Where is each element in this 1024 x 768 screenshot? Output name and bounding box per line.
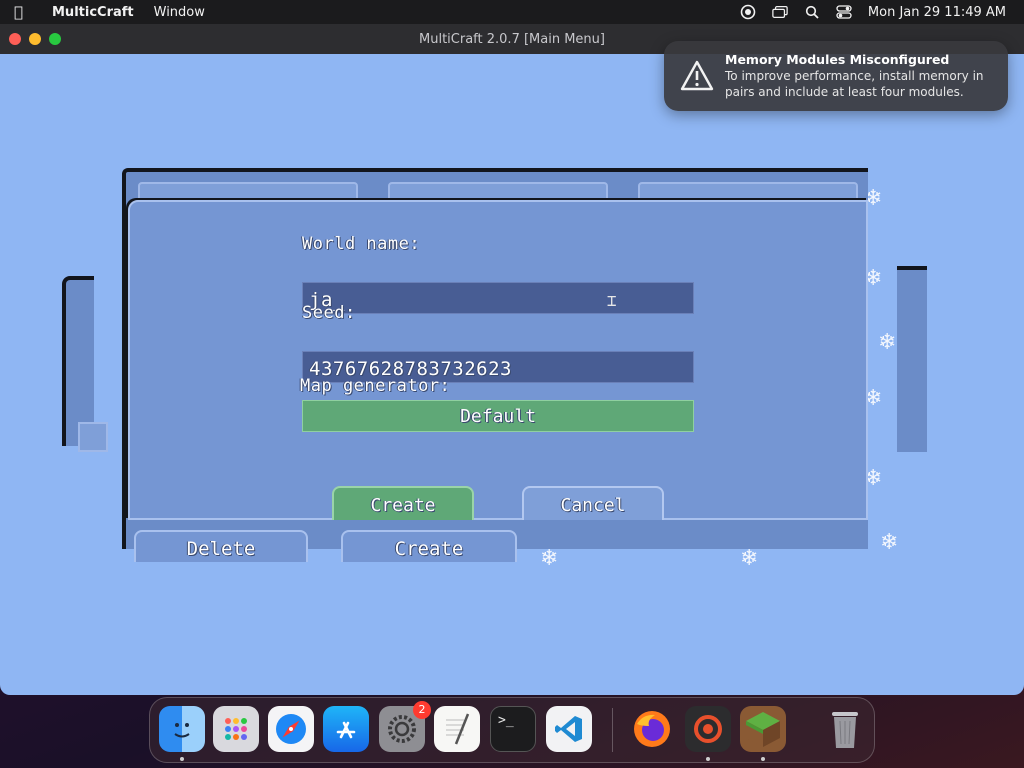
traffic-lights	[9, 33, 61, 45]
background-panel-right	[897, 266, 927, 452]
snowflake-icon: ❄	[540, 546, 559, 571]
terminal-icon[interactable]: >_	[490, 706, 536, 752]
notification-body: To improve performance, install memory i…	[725, 69, 984, 99]
system-settings-icon[interactable]: 2	[379, 701, 431, 752]
create-world-dialog: World name: ja_ ⌶ Seed: 4376762878373262…	[128, 200, 868, 520]
multicraft-window: MultiCraft 2.0.7 [Main Menu] ❄ ❄ ❄ ❄ ❄ ❄…	[0, 24, 1024, 695]
running-indicator	[761, 757, 765, 761]
spotlight-search-icon[interactable]	[804, 4, 820, 20]
menu-app-name[interactable]: MulticCraft	[52, 5, 134, 20]
close-button[interactable]	[9, 33, 21, 45]
menu-extras: Mon Jan 29 11:49 AM	[740, 4, 1006, 20]
minimize-button[interactable]	[29, 33, 41, 45]
snowflake-icon: ❄	[880, 530, 899, 555]
window-stack-icon[interactable]	[772, 4, 788, 20]
map-generator-label: Map generator:	[300, 376, 451, 396]
textedit-icon[interactable]	[434, 706, 480, 752]
notification-title: Memory Modules Misconfigured	[725, 52, 950, 67]
create-button[interactable]: Create	[332, 486, 474, 520]
app-store-icon[interactable]	[323, 706, 369, 752]
running-indicator	[706, 757, 710, 761]
game-canvas[interactable]: ❄ ❄ ❄ ❄ ❄ ❄ ❄ ❄ Delete Create World name…	[0, 54, 1024, 695]
text-cursor-icon: ⌶	[606, 291, 617, 310]
background-tab-left	[78, 422, 108, 452]
running-indicator	[180, 757, 184, 761]
menu-window[interactable]: Window	[154, 5, 205, 20]
delete-world-button[interactable]: Delete	[134, 530, 308, 562]
new-world-button[interactable]: Create	[341, 530, 517, 562]
trash-icon[interactable]	[822, 706, 868, 752]
vscode-icon[interactable]	[546, 706, 592, 752]
finder-icon[interactable]	[159, 706, 205, 752]
apple-menu-icon[interactable]: 	[14, 3, 44, 21]
snowflake-icon: ❄	[878, 330, 897, 355]
warning-icon	[680, 59, 714, 93]
screen-recorder-icon[interactable]	[685, 706, 731, 752]
cancel-button[interactable]: Cancel	[522, 486, 664, 520]
world-name-input[interactable]: ja_ ⌶	[302, 282, 694, 314]
multicraft-icon[interactable]	[740, 706, 786, 752]
background-panel-left	[62, 276, 94, 446]
menu-clock[interactable]: Mon Jan 29 11:49 AM	[868, 5, 1006, 20]
firefox-icon[interactable]	[629, 706, 675, 752]
system-notification[interactable]: Memory Modules Misconfigured To improve …	[664, 41, 1008, 111]
launchpad-icon[interactable]	[213, 706, 259, 752]
dock-separator	[612, 708, 613, 752]
screen-record-icon[interactable]	[740, 4, 756, 20]
world-name-label: World name:	[302, 234, 421, 254]
notification-badge: 2	[413, 701, 431, 719]
seed-label: Seed:	[302, 303, 356, 323]
window-title: MultiCraft 2.0.7 [Main Menu]	[419, 31, 605, 47]
dock: 2 >_	[149, 697, 875, 763]
map-generator-dropdown[interactable]: Default	[302, 400, 694, 432]
safari-icon[interactable]	[268, 706, 314, 752]
zoom-button[interactable]	[49, 33, 61, 45]
control-center-icon[interactable]	[836, 4, 852, 20]
snowflake-icon: ❄	[740, 546, 759, 571]
menu-bar:  MulticCraft Window Mon Jan 29 11:49 AM	[0, 0, 1024, 24]
